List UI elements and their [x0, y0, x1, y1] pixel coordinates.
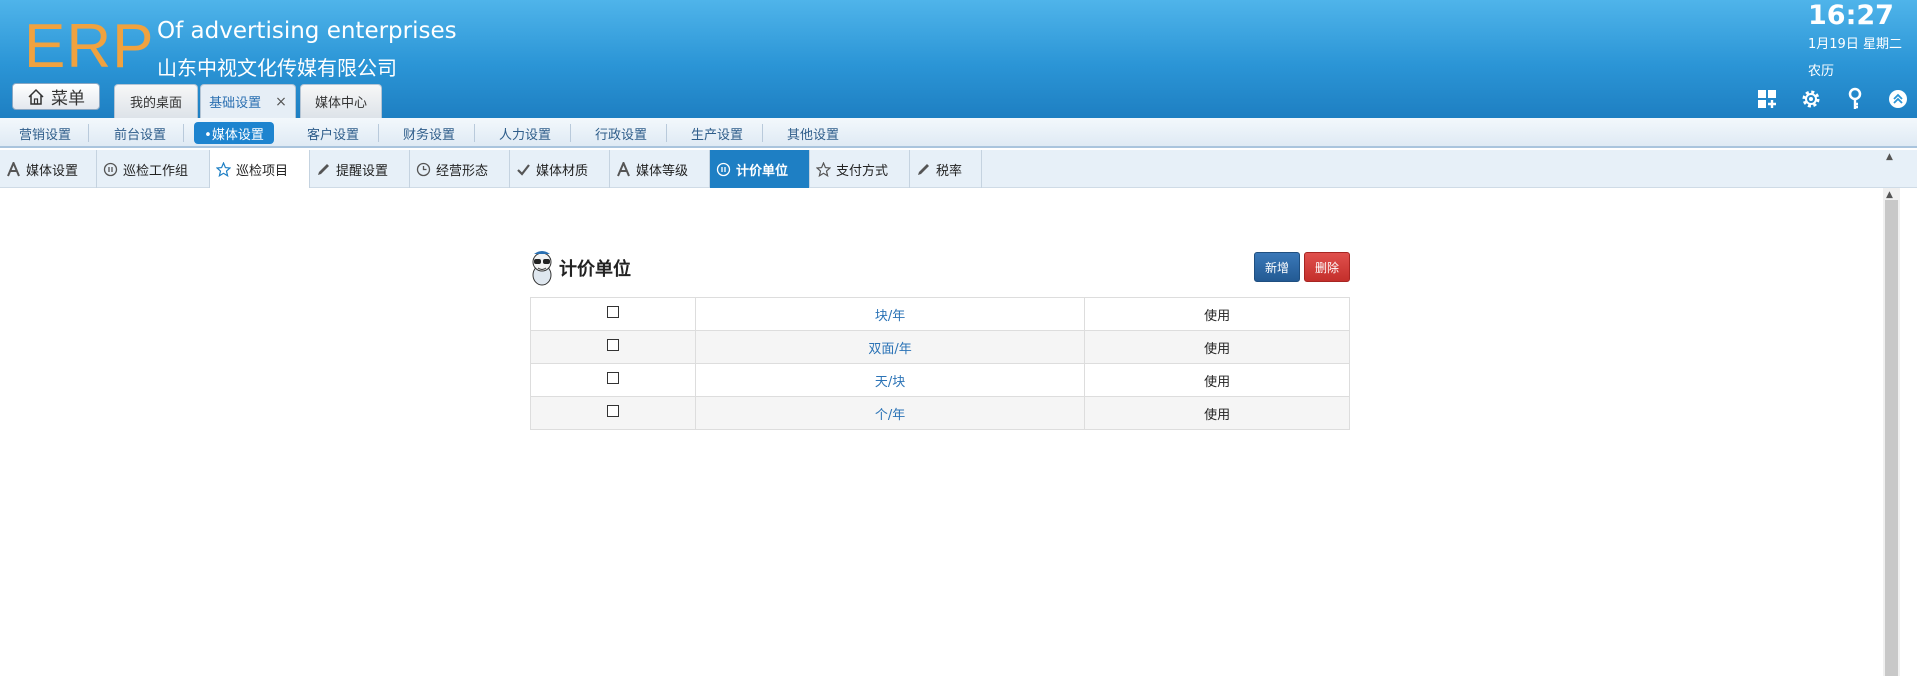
row-select-cell [530, 330, 696, 364]
divider [570, 124, 571, 142]
panel-title: 计价单位 [529, 248, 631, 288]
row-checkbox[interactable] [606, 405, 619, 417]
module-nav: 营销设置 前台设置 •媒体设置 客户设置 财务设置 人力设置 行政设置 生产设置… [0, 118, 1917, 148]
tab-media-level[interactable]: 媒体等级 [610, 150, 710, 188]
module-marketing[interactable]: 营销设置 [10, 122, 80, 144]
row-checkbox[interactable] [606, 339, 619, 351]
status-cell: 使用 [1084, 396, 1350, 430]
tab-basic-settings[interactable]: 基础设置 × [200, 84, 296, 118]
sub-tab-label: 计价单位 [736, 163, 789, 179]
tab-inspection-items[interactable]: 巡检项目 [210, 150, 310, 188]
home-icon [28, 88, 44, 105]
sub-tab-label: 巡检项目 [236, 163, 289, 179]
panel-title-text: 计价单位 [559, 259, 631, 280]
sub-tab-label: 媒体等级 [636, 163, 689, 179]
unit-link[interactable]: 个/年 [694, 396, 1086, 430]
tab-label: 媒体中心 [314, 96, 367, 111]
table-row: 块/年 使用 [530, 297, 1350, 331]
sub-tab-label: 支付方式 [836, 163, 889, 179]
scroll-up-icon[interactable]: ▲ [1886, 152, 1893, 162]
row-select-cell [530, 297, 696, 331]
unit-link[interactable]: 块/年 [694, 297, 1086, 331]
pause-circle-icon [103, 162, 118, 176]
unit-link[interactable]: 天/块 [694, 363, 1086, 397]
clock-date: 1月19日 星期二 [1808, 37, 1902, 52]
tab-media-settings[interactable]: 媒体设置 [0, 150, 97, 188]
module-admin[interactable]: 行政设置 [586, 122, 656, 144]
pricing-unit-table: 块/年 使用 双面/年 使用 天/块 使用 个/年 使用 [530, 297, 1350, 430]
menu-button[interactable]: 菜单 [12, 83, 100, 110]
star-icon [816, 161, 831, 177]
erp-logo: ERP [24, 12, 155, 81]
pencil-icon [318, 163, 329, 175]
clock-time: 16:27 [1808, 0, 1894, 31]
tab-tax-rate[interactable]: 税率 [910, 150, 982, 188]
scrollbar-thumb[interactable] [1885, 200, 1898, 676]
sub-tab-label: 经营形态 [436, 163, 489, 179]
check-icon [517, 163, 530, 176]
tab-inspection-group[interactable]: 巡检工作组 [97, 150, 210, 188]
row-checkbox[interactable] [606, 306, 619, 318]
unit-link[interactable]: 双面/年 [694, 330, 1086, 364]
sub-tab-label: 提醒设置 [336, 163, 389, 179]
add-button[interactable]: 新增 [1254, 252, 1300, 282]
tab-my-desktop[interactable]: 我的桌面 [114, 84, 198, 118]
table-row: 双面/年 使用 [530, 330, 1350, 364]
lunar-calendar: 农历 [1808, 64, 1835, 79]
letter-a-icon [7, 161, 20, 176]
clock-icon [416, 162, 431, 176]
divider [474, 124, 475, 142]
collapse-up-icon[interactable] [1886, 87, 1910, 111]
module-hr[interactable]: 人力设置 [490, 122, 560, 144]
scroll-up-icon[interactable]: ▲ [1886, 190, 1893, 200]
delete-button[interactable]: 删除 [1304, 252, 1350, 282]
module-finance[interactable]: 财务设置 [394, 122, 464, 144]
tab-label: 我的桌面 [129, 96, 182, 111]
sub-tab-bar: 媒体设置 巡检工作组 巡检项目 提醒设置 经营形态 媒体材质 媒体等级 计价单位… [0, 150, 1917, 188]
row-select-cell [530, 363, 696, 397]
table-row: 个/年 使用 [530, 396, 1350, 430]
company-name-en: Of advertising enterprises [157, 18, 457, 44]
row-checkbox[interactable] [606, 372, 619, 384]
module-other[interactable]: 其他设置 [778, 122, 848, 144]
pause-circle-icon [716, 162, 731, 176]
sub-tab-label: 巡检工作组 [123, 163, 189, 179]
divider [666, 124, 667, 142]
module-production[interactable]: 生产设置 [682, 122, 752, 144]
status-cell: 使用 [1084, 297, 1350, 331]
grid-add-icon[interactable] [1755, 87, 1779, 111]
status-cell: 使用 [1084, 330, 1350, 364]
company-name-cn: 山东中视文化传媒有限公司 [157, 56, 397, 80]
sub-tab-label: 媒体材质 [536, 163, 589, 179]
letter-a-icon [617, 161, 630, 176]
tab-media-center[interactable]: 媒体中心 [300, 84, 382, 118]
divider [88, 124, 89, 142]
mascot-icon [532, 251, 552, 286]
row-select-cell [530, 396, 696, 430]
sub-tab-label: 税率 [936, 163, 963, 179]
menu-label: 菜单 [51, 89, 85, 109]
status-cell: 使用 [1084, 363, 1350, 397]
tab-pricing-unit[interactable]: 计价单位 [710, 150, 810, 188]
app-header: ERP Of advertising enterprises 山东中视文化传媒有… [0, 0, 1917, 118]
pencil-icon [918, 163, 929, 175]
table-row: 天/块 使用 [530, 363, 1350, 397]
module-front-desk[interactable]: 前台设置 [105, 122, 175, 144]
close-icon[interactable]: × [275, 94, 287, 110]
divider [183, 124, 184, 142]
tab-business-form[interactable]: 经营形态 [410, 150, 510, 188]
star-icon [216, 161, 231, 177]
tab-reminder-settings[interactable]: 提醒设置 [310, 150, 410, 188]
module-media[interactable]: •媒体设置 [194, 122, 274, 144]
sub-tab-label: 媒体设置 [26, 163, 79, 179]
tab-label: 基础设置 [209, 96, 262, 111]
gear-icon[interactable] [1799, 87, 1823, 111]
tab-media-material[interactable]: 媒体材质 [510, 150, 610, 188]
key-icon[interactable] [1843, 87, 1867, 111]
tab-payment-method[interactable]: 支付方式 [810, 150, 910, 188]
module-customer[interactable]: 客户设置 [298, 122, 368, 144]
divider [762, 124, 763, 142]
divider [378, 124, 379, 142]
